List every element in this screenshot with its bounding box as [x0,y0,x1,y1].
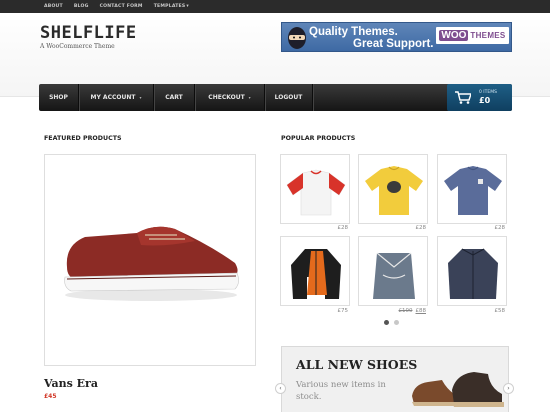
nav-item-label: CHECKOUT [208,94,245,101]
chevron-left-icon[interactable]: ‹ [275,383,286,394]
top-link-contact-form[interactable]: CONTACT FORM [100,4,143,9]
drawstring-bag-image [373,252,415,299]
popular-product-thumb[interactable] [280,154,350,224]
popular-product-thumb[interactable] [358,154,428,224]
promo-title[interactable]: ALL NEW SHOES [296,357,417,372]
featured-product-price: £45 [44,393,57,400]
top-link-blog[interactable]: BLOG [74,4,89,9]
popular-product-thumb[interactable] [358,236,428,306]
popular-product-price: £28 [337,225,349,231]
boots-image [412,372,504,407]
nav-item-shop[interactable]: SHOP [39,84,79,111]
popular-product-price: £75 [337,308,349,314]
blue-tshirt-image [444,166,502,215]
top-link-templates[interactable]: TEMPLATES▾ [154,4,189,9]
popular-product-price: £28 [494,225,506,231]
nav-item-label: CART [165,94,183,101]
nav-item-my-account[interactable]: MY ACCOUNT ▾ [79,84,154,111]
woothemes-logo-woo: WOO [439,30,469,41]
nav-item-label: MY ACCOUNT [90,94,136,101]
site-tagline: A WooCommerce Theme [40,43,115,50]
sale-price: £88 [415,308,427,314]
nav-item-logout[interactable]: LOGOUT [265,84,313,111]
carousel-dot[interactable] [394,320,399,325]
yellow-tshirt-image [365,166,423,215]
site-logo[interactable]: SHELFLIFE [40,23,137,43]
popular-product-price: £28 [415,225,427,231]
top-links: ABOUT BLOG CONTACT FORM TEMPLATES▾ [44,0,189,13]
chevron-down-icon: ▾ [139,95,142,100]
carousel-dot-active[interactable] [384,320,389,325]
top-link-about[interactable]: ABOUT [44,4,63,9]
nav-item-label: LOGOUT [274,94,303,101]
popular-product-thumb[interactable] [280,236,350,306]
original-price: £100 [398,308,413,314]
chevron-right-icon[interactable]: › [503,383,514,394]
featured-product-name[interactable]: Vans Era [44,377,98,390]
popular-product-price: £58 [494,308,506,314]
woothemes-logo: WOO THEMES [436,27,509,44]
nav-item-checkout[interactable]: CHECKOUT ▾ [195,84,265,111]
popular-product-thumb[interactable] [437,154,507,224]
banner-line-2: Great Support. [353,38,434,50]
raglan-tshirt-image [286,169,346,216]
nav-item-cart[interactable]: CART [154,84,195,111]
popular-product-price: £100 £88 [386,308,427,314]
banner-line-1: Quality Themes. [309,26,398,38]
popular-product-thumb[interactable] [437,236,507,306]
cart-item-count: 0 ITEMS [479,90,497,95]
nav-item-label: SHOP [49,94,68,101]
main-nav: SHOP MY ACCOUNT ▾ CART CHECKOUT ▾ LOGOUT [39,84,512,111]
woothemes-logo-themes: THEMES [470,31,506,40]
top-utility-bar: ABOUT BLOG CONTACT FORM TEMPLATES▾ [0,0,550,13]
parka-jacket-image [291,249,341,299]
shopping-cart-icon [455,91,471,104]
chevron-down-icon: ▾ [186,4,189,9]
ninja-mascot-icon [288,27,306,49]
featured-products-heading: FEATURED PRODUCTS [44,135,122,142]
popular-products-heading: POPULAR PRODUCTS [281,135,356,142]
chevron-down-icon: ▾ [248,95,251,100]
top-link-templates-label: TEMPLATES [153,4,186,9]
promo-subtitle: Various new items in stock. [296,380,386,402]
woothemes-banner-ad[interactable]: Quality Themes. Great Support. WOO THEMES [281,22,512,52]
navy-jacket-image [448,248,498,299]
cart-widget[interactable]: 0 ITEMS £0 [447,84,512,111]
sneaker-image [64,226,239,301]
featured-product-image[interactable] [44,154,256,366]
cart-total: £0 [479,96,491,105]
